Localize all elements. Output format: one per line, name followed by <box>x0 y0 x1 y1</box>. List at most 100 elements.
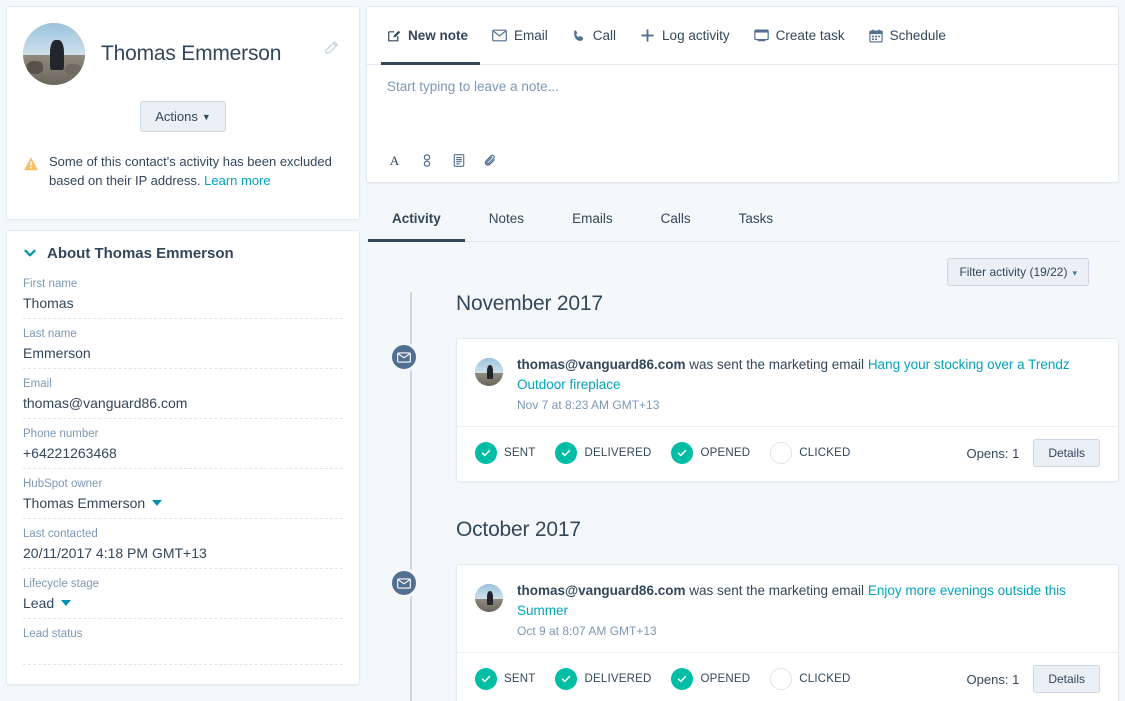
property-value[interactable]: Emmerson <box>23 344 343 362</box>
filter-row: Filter activity (19/22) ▾ <box>366 252 1119 286</box>
chevron-down-icon <box>152 500 163 506</box>
timeline-event: thomas@vanguard86.com was sent the marke… <box>389 564 1119 701</box>
check-icon <box>555 442 578 464</box>
plus-icon <box>640 28 655 43</box>
timeline-event: thomas@vanguard86.com was sent the marke… <box>389 338 1119 482</box>
tab-call[interactable]: Call <box>560 7 628 64</box>
property-lifecycle-stage: Lifecycle stage Lead <box>23 578 343 619</box>
envelope-icon <box>389 568 419 598</box>
event-action: was sent the marketing email <box>685 357 868 372</box>
avatar <box>475 358 503 386</box>
property-label: Lead status <box>23 628 83 640</box>
property-value[interactable]: thomas@vanguard86.com <box>23 394 343 412</box>
chevron-down-icon <box>61 600 72 606</box>
details-button[interactable]: Details <box>1033 665 1100 693</box>
status-sent: SENT <box>475 442 535 464</box>
opens-count: Opens: 1 <box>966 671 1020 687</box>
actions-button-label: Actions <box>155 109 198 124</box>
about-properties: First name Thomas Last name Emmerson Ema… <box>23 278 343 665</box>
paperclip-attachment-icon[interactable] <box>484 153 498 168</box>
tab-create-task[interactable]: Create task <box>742 7 857 64</box>
property-value-dropdown[interactable]: Thomas Emmerson <box>23 494 343 512</box>
note-editor[interactable]: Start typing to leave a note... <box>367 65 1118 153</box>
alert-text: Some of this contact's activity has been… <box>49 152 343 190</box>
status-clicked: CLICKED <box>770 668 850 690</box>
status-delivered: DELIVERED <box>555 442 651 464</box>
property-label: Last name <box>23 328 77 340</box>
check-icon <box>475 442 497 464</box>
note-placeholder: Start typing to leave a note... <box>387 79 559 94</box>
link-chain-icon[interactable] <box>420 153 434 168</box>
document-icon[interactable] <box>452 153 466 168</box>
property-hubspot-owner: HubSpot owner Thomas Emmerson <box>23 478 343 519</box>
about-header[interactable]: About Thomas Emmerson <box>23 245 343 262</box>
status-label: OPENED <box>700 447 751 459</box>
property-last-name: Last name Emmerson <box>23 328 343 369</box>
actions-row: Actions ▼ <box>23 101 343 132</box>
chevron-down-icon[interactable] <box>23 246 37 262</box>
event-main: thomas@vanguard86.com was sent the marke… <box>457 565 1118 652</box>
pencil-icon[interactable] <box>323 39 341 57</box>
tab-log-activity[interactable]: Log activity <box>628 7 742 64</box>
details-button[interactable]: Details <box>1033 439 1100 467</box>
status-delivered: DELIVERED <box>555 668 651 690</box>
page-title: Thomas Emmerson <box>101 42 282 65</box>
contact-record-page: Thomas Emmerson Actions ▼ Some of this c… <box>0 0 1125 701</box>
property-label: Phone number <box>23 428 99 440</box>
svg-text:A: A <box>390 153 400 168</box>
property-label: Lifecycle stage <box>23 578 100 590</box>
avatar <box>23 23 85 85</box>
email-status-bar: SENT DELIVERED OPENED CLICKED Opens: 1 D… <box>457 652 1118 701</box>
event-description: thomas@vanguard86.com was sent the marke… <box>517 355 1100 395</box>
tab-label: Log activity <box>662 28 730 43</box>
calendar-icon <box>868 29 883 43</box>
tab-notes[interactable]: Notes <box>465 195 548 241</box>
tab-activity[interactable]: Activity <box>368 195 465 242</box>
event-description: thomas@vanguard86.com was sent the marke… <box>517 581 1100 621</box>
event-card: thomas@vanguard86.com was sent the marke… <box>456 564 1119 701</box>
property-value[interactable]: 20/11/2017 4:18 PM GMT+13 <box>23 544 343 562</box>
filter-activity-label: Filter activity (19/22) <box>959 265 1068 279</box>
property-value-dropdown[interactable]: Lead <box>23 594 343 612</box>
status-clicked: CLICKED <box>770 442 850 464</box>
property-value[interactable]: +64221263468 <box>23 444 343 462</box>
tab-emails[interactable]: Emails <box>548 195 637 241</box>
status-label: DELIVERED <box>584 447 652 459</box>
opens-count: Opens: 1 <box>966 445 1020 461</box>
check-icon <box>671 668 694 690</box>
tab-label: Activity <box>392 210 441 226</box>
tab-schedule[interactable]: Schedule <box>857 7 958 64</box>
ip-exclusion-alert: Some of this contact's activity has been… <box>23 152 343 190</box>
activity-timeline: Filter activity (19/22) ▾ November 2017 <box>366 242 1119 701</box>
event-actor: thomas@vanguard86.com <box>517 583 686 598</box>
envelope-icon <box>389 342 419 372</box>
learn-more-link[interactable]: Learn more <box>204 173 270 188</box>
event-text: thomas@vanguard86.com was sent the marke… <box>517 581 1100 638</box>
tab-label: Call <box>592 28 617 43</box>
tab-tasks[interactable]: Tasks <box>715 195 798 241</box>
property-value[interactable]: Thomas <box>23 294 343 312</box>
property-value[interactable] <box>23 644 343 658</box>
envelope-icon <box>492 29 507 42</box>
event-timestamp: Oct 9 at 8:07 AM GMT+13 <box>517 624 657 638</box>
actions-button[interactable]: Actions ▼ <box>140 101 226 132</box>
chevron-down-icon: ▾ <box>1072 268 1077 278</box>
font-format-icon[interactable]: A <box>387 153 402 168</box>
status-sent: SENT <box>475 668 535 690</box>
alert-message: Some of this contact's activity has been… <box>49 154 332 188</box>
profile-header: Thomas Emmerson <box>23 23 343 85</box>
tab-calls[interactable]: Calls <box>637 195 715 241</box>
property-label: HubSpot owner <box>23 478 103 490</box>
month-heading: November 2017 <box>456 292 603 315</box>
empty-circle-icon <box>770 668 793 690</box>
filter-activity-button[interactable]: Filter activity (19/22) ▾ <box>947 258 1089 286</box>
tab-label: Tasks <box>738 210 774 226</box>
event-timestamp: Nov 7 at 8:23 AM GMT+13 <box>517 398 660 412</box>
property-lead-status: Lead status <box>23 628 343 665</box>
tab-label: Create task <box>775 28 845 43</box>
property-label: Email <box>23 378 52 390</box>
warning-triangle-icon <box>23 156 39 177</box>
tab-email[interactable]: Email <box>480 7 560 64</box>
tab-new-note[interactable]: New note <box>381 7 481 65</box>
check-icon <box>671 442 694 464</box>
